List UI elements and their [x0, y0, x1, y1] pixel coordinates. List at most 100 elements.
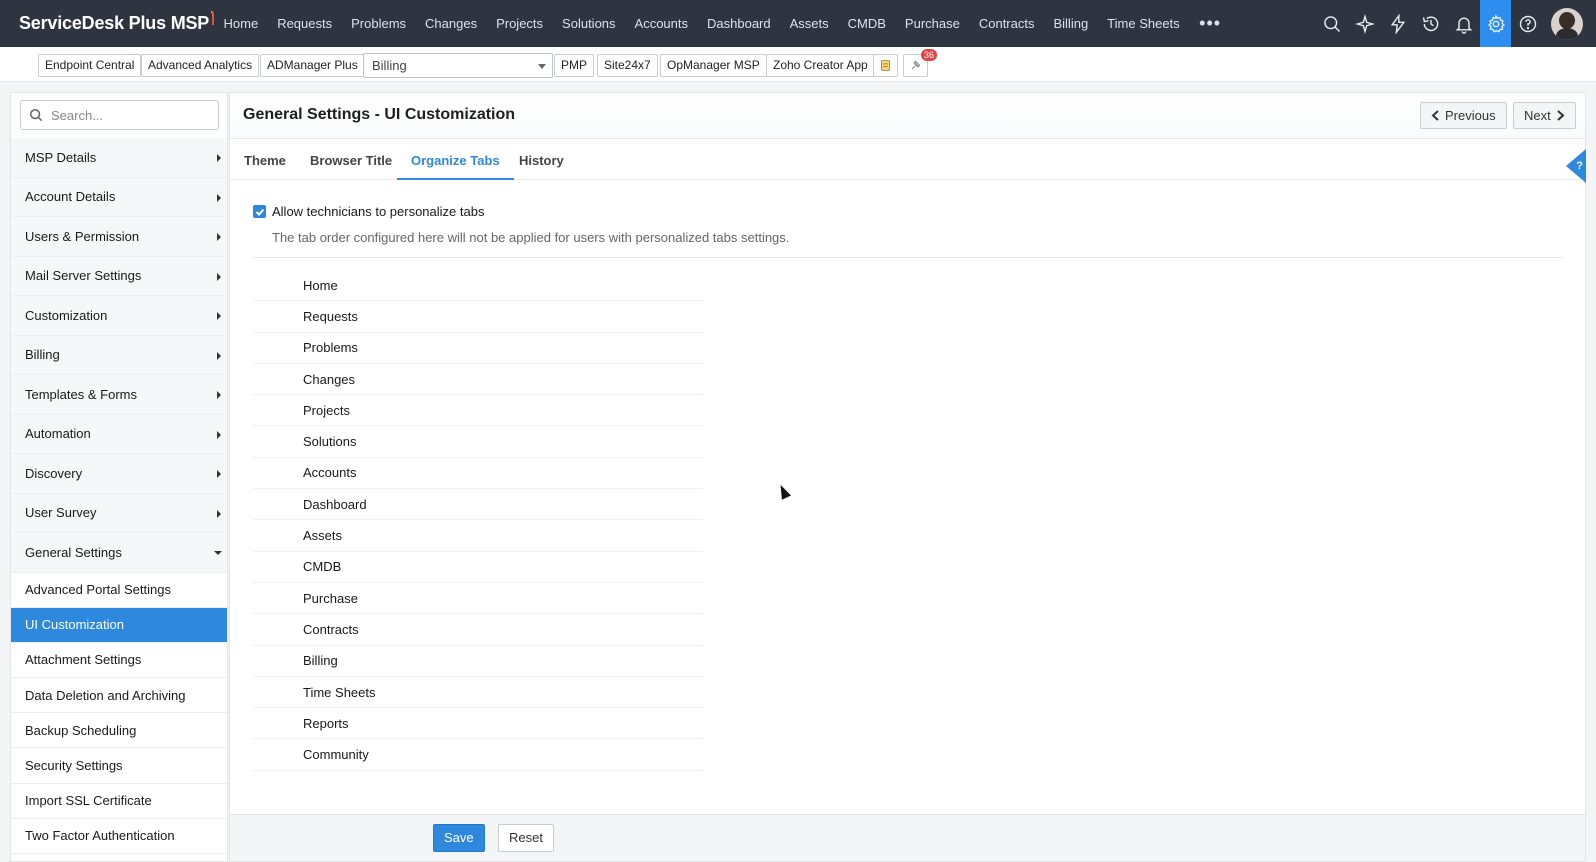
sidebar-item-account-details[interactable]: Account Details [11, 177, 227, 217]
caret-right-icon [217, 391, 221, 399]
tab-order-item-accounts[interactable]: Accounts [253, 458, 703, 490]
sidebar-item-mail-server-settings[interactable]: Mail Server Settings [11, 256, 227, 296]
personalize-tabs-label: Allow technicians to personalize tabs [272, 204, 485, 219]
tab-order-list: Home Requests Problems Changes Projects Solut… [253, 270, 703, 771]
tab-organize-tabs[interactable]: Organize Tabs [397, 139, 514, 180]
tab-order-item-reports[interactable]: Reports [253, 708, 703, 740]
previous-button[interactable]: Previous [1420, 102, 1507, 129]
nav-item-changes[interactable]: Changes [416, 0, 487, 47]
history-icon[interactable] [1414, 0, 1447, 47]
sidebar-subitem-advanced-portal-settings[interactable]: Advanced Portal Settings [11, 572, 227, 608]
sidebar-subitem-security-settings[interactable]: Security Settings [11, 748, 227, 784]
tab-order-item-contracts[interactable]: Contracts [253, 614, 703, 646]
sidebar-item-general-settings[interactable]: General Settings [11, 533, 227, 573]
nav-item-cmdb[interactable]: CMDB [838, 0, 895, 47]
sidebar-item-users-and-permission[interactable]: Users & Permission [11, 217, 227, 257]
tab-order-item-problems[interactable]: Problems [253, 333, 703, 364]
tab-order-item-community[interactable]: Community [253, 739, 703, 771]
next-button[interactable]: Next [1513, 102, 1576, 129]
sidebar-item-label: Account Details [25, 189, 116, 205]
nav-item-accounts[interactable]: Accounts [625, 0, 697, 47]
chevron-right-icon [1557, 110, 1565, 121]
tab-order-item-time-sheets[interactable]: Time Sheets [253, 677, 703, 709]
more-modules-button[interactable]: ••• [1189, 13, 1231, 34]
sidebar-item-templates-and-forms[interactable]: Templates & Forms [11, 375, 227, 415]
nav-item-solutions[interactable]: Solutions [553, 0, 625, 47]
sidebar-subitem-two-factor-authentication[interactable]: Two Factor Authentication [11, 818, 227, 854]
sidebar-item-user-survey[interactable]: User Survey [11, 493, 227, 533]
tab-order-item-dashboard[interactable]: Dashboard [253, 489, 703, 521]
save-button[interactable]: Save [433, 824, 485, 852]
tab-order-item-solutions[interactable]: Solutions [253, 426, 703, 458]
sidebar-item-customization[interactable]: Customization [11, 296, 227, 336]
admanager-plus-button[interactable]: ADManager Plus [260, 54, 365, 77]
search-icon[interactable] [1315, 0, 1348, 47]
sidebar-item-label: Discovery [25, 465, 83, 481]
announcements-button[interactable]: 36 [903, 49, 937, 77]
page-header: General Settings - UI Customization Prev… [230, 93, 1585, 139]
nav-item-assets[interactable]: Assets [780, 0, 838, 47]
tab-order-item-assets[interactable]: Assets [253, 520, 703, 552]
nav-item-purchase[interactable]: Purchase [895, 0, 969, 47]
sidebar-item-label: Billing [25, 347, 60, 363]
user-avatar[interactable] [1551, 7, 1583, 40]
question-icon: ? [1576, 160, 1583, 172]
sidebar-item-discovery[interactable]: Discovery [11, 454, 227, 494]
sidebar-search-input[interactable] [51, 107, 211, 123]
notes-button[interactable] [873, 54, 898, 77]
settings-tabs: Theme Browser Title Organize Tabs Histor… [230, 139, 1585, 180]
sidebar-subitem-data-deletion-and-archiving[interactable]: Data Deletion and Archiving [11, 678, 227, 714]
tab-history[interactable]: History [505, 139, 578, 180]
tab-order-item-cmdb[interactable]: CMDB [253, 552, 703, 583]
gear-icon[interactable] [1480, 0, 1511, 47]
endpoint-central-button[interactable]: Endpoint Central [38, 54, 142, 77]
tab-order-item-requests[interactable]: Requests [253, 301, 703, 333]
nav-item-contracts[interactable]: Contracts [969, 0, 1044, 47]
nav-item-requests[interactable]: Requests [268, 0, 342, 47]
app-logo[interactable]: ServiceDesk Plus MSP [0, 10, 214, 34]
sparkle-icon[interactable] [1348, 0, 1381, 47]
help-icon[interactable] [1511, 0, 1544, 47]
search-icon [29, 108, 43, 122]
sidebar-subitem-ui-customization[interactable]: UI Customization [11, 607, 227, 643]
sidebar-item-label: User Survey [25, 505, 97, 521]
module-select[interactable]: Billing [363, 53, 553, 78]
site24x7-button[interactable]: Site24x7 [597, 54, 658, 77]
lightning-icon[interactable] [1381, 0, 1414, 47]
tab-order-item-billing[interactable]: Billing [253, 646, 703, 677]
reset-button[interactable]: Reset [498, 824, 554, 852]
nav-item-time-sheets[interactable]: Time Sheets [1098, 0, 1190, 47]
personalize-tabs-checkbox[interactable] [253, 205, 266, 218]
nav-item-projects[interactable]: Projects [487, 0, 553, 47]
tab-order-item-projects[interactable]: Projects [253, 395, 703, 427]
opmanager-msp-button[interactable]: OpManager MSP [660, 54, 767, 77]
sidebar-subitem-attachment-settings[interactable]: Attachment Settings [11, 642, 227, 679]
nav-item-billing[interactable]: Billing [1044, 0, 1098, 47]
caret-right-icon [217, 233, 221, 241]
nav-item-problems[interactable]: Problems [342, 0, 416, 47]
tab-browser-title[interactable]: Browser Title [296, 139, 406, 180]
page-title: General Settings - UI Customization [243, 106, 516, 123]
sidebar-item-msp-details[interactable]: MSP Details [11, 138, 227, 178]
caret-right-icon [217, 430, 221, 439]
sidebar-item-label: General Settings [25, 544, 122, 560]
personalize-tabs-hint: The tab order configured here will not b… [272, 230, 790, 245]
sidebar-subitem-backup-scheduling[interactable]: Backup Scheduling [11, 713, 227, 749]
zoho-creator-app-button[interactable]: Zoho Creator App [766, 54, 875, 77]
sidebar-subitem-import-ssl-certificate[interactable]: Import SSL Certificate [11, 783, 227, 819]
tab-theme[interactable]: Theme [230, 139, 300, 180]
bell-icon[interactable] [1447, 0, 1480, 47]
sidebar-item-automation[interactable]: Automation [11, 414, 227, 454]
tab-order-item-purchase[interactable]: Purchase [253, 583, 703, 615]
nav-item-home[interactable]: Home [214, 0, 268, 47]
announcements-badge: 36 [920, 49, 937, 61]
tab-order-item-changes[interactable]: Changes [253, 364, 703, 396]
module-tabs: Home Requests Problems Changes Projects Solut… [214, 0, 1189, 47]
sidebar-item-billing[interactable]: Billing [11, 335, 227, 375]
sidebar-item-label: Customization [25, 307, 108, 323]
pmp-button[interactable]: PMP [554, 54, 595, 77]
tab-order-item-home[interactable]: Home [253, 270, 703, 302]
advanced-analytics-button[interactable]: Advanced Analytics [141, 54, 260, 77]
module-select-value: Billing [372, 58, 407, 73]
nav-item-dashboard[interactable]: Dashboard [698, 0, 781, 47]
